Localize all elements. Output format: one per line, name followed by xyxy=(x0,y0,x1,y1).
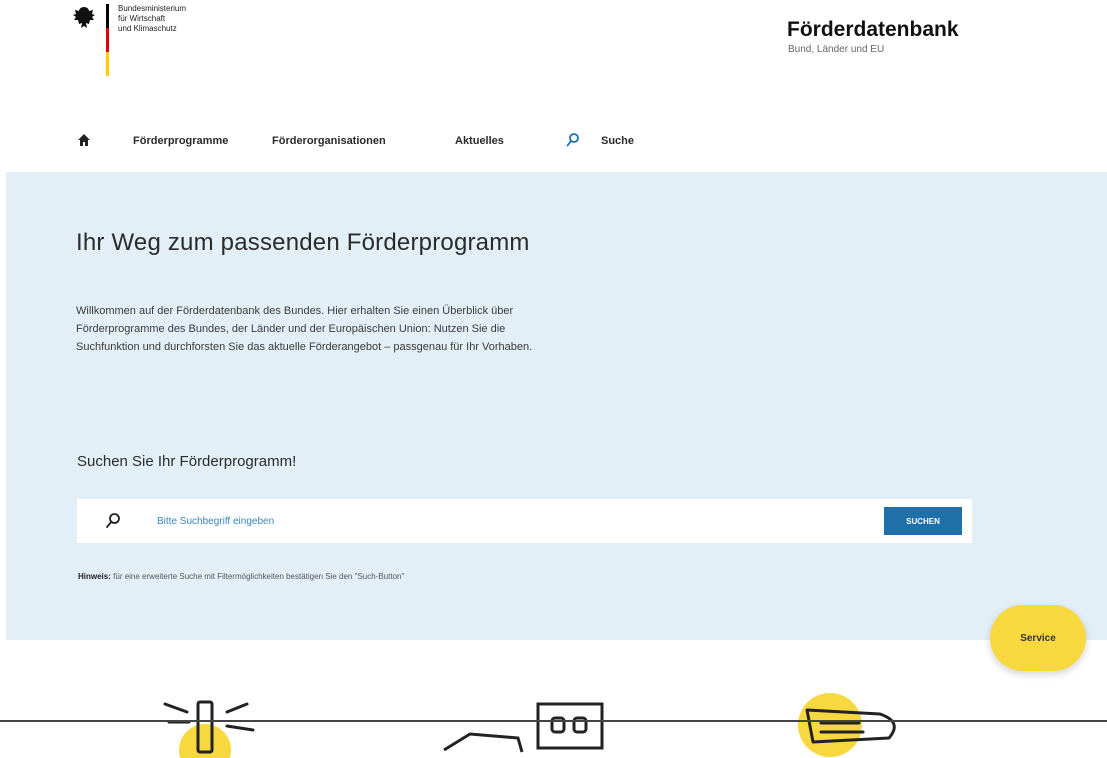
search-button[interactable]: SUCHEN xyxy=(884,507,962,535)
search-box: SUCHEN xyxy=(77,499,972,543)
search-icon xyxy=(106,513,120,528)
search-hint: Hinweis: für eine erweiterte Suche mit F… xyxy=(78,572,404,581)
hint-text: für eine erweiterte Suche mit Filtermögl… xyxy=(113,572,405,581)
document-illustration-icon xyxy=(798,693,896,757)
nav-item-foerderprogramme[interactable]: Förderprogramme xyxy=(133,135,228,147)
intro-line: Willkommen auf der Förderdatenbank des B… xyxy=(76,305,514,317)
hero-section: Ihr Weg zum passenden Förderprogramm Wil… xyxy=(6,172,1107,640)
search-heading: Suchen Sie Ihr Förderprogramm! xyxy=(77,453,297,470)
brand-subtitle: Bund, Länder und EU xyxy=(788,44,885,55)
intro-line: Förderprogramme des Bundes, der Länder u… xyxy=(76,323,506,335)
ministry-line: und Klimaschutz xyxy=(118,24,177,33)
brand-title[interactable]: Förderdatenbank xyxy=(787,18,959,42)
nav-item-aktuelles[interactable]: Aktuelles xyxy=(455,135,504,147)
ministry-name[interactable]: Bundesministerium für Wirtschaft und Kli… xyxy=(118,4,238,34)
home-icon[interactable] xyxy=(77,133,91,147)
search-input[interactable] xyxy=(157,511,837,531)
bottom-divider xyxy=(0,720,1107,722)
page-title: Ihr Weg zum passenden Förderprogramm xyxy=(76,229,530,256)
intro-line: Suchfunktion und durchforsten Sie das ak… xyxy=(76,341,533,353)
federal-eagle-logo xyxy=(73,7,95,28)
ministry-line: für Wirtschaft xyxy=(118,14,166,23)
flag-bar xyxy=(106,4,109,76)
hint-label: Hinweis: xyxy=(78,572,111,581)
building-illustration-icon xyxy=(443,702,604,753)
main-nav: Förderprogramme Förderorganisationen Akt… xyxy=(0,126,1107,158)
nav-item-foerderorganisationen[interactable]: Förderorganisationen xyxy=(272,135,386,147)
ministry-line: Bundesministerium xyxy=(118,4,187,13)
service-button[interactable]: Service xyxy=(990,605,1086,671)
search-icon[interactable] xyxy=(566,132,580,148)
lightbulb-illustration-icon xyxy=(163,700,255,758)
nav-item-suche[interactable]: Suche xyxy=(601,135,634,147)
hero-intro: Willkommen auf der Förderdatenbank des B… xyxy=(76,302,736,356)
